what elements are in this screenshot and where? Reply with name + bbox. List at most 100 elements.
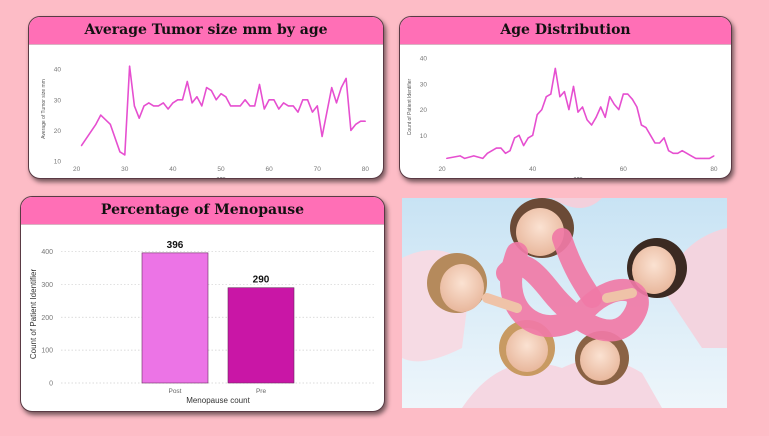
data-point bbox=[153, 105, 155, 107]
y-tick-label: 40 bbox=[54, 67, 62, 74]
data-point bbox=[157, 105, 160, 107]
data-point bbox=[350, 129, 352, 132]
data-point bbox=[631, 98, 633, 100]
y-tick-label: 300 bbox=[41, 282, 53, 289]
tumor-size-line-chart[interactable]: 10 20 30 40 20 30 40 50 60 70 80 age Average of Tumo… bbox=[29, 45, 384, 179]
data-point bbox=[504, 152, 507, 154]
data-point bbox=[668, 150, 670, 152]
data-point bbox=[590, 124, 593, 126]
chart-title: Average Tumor size mm by age bbox=[29, 17, 383, 45]
menopause-bar-chart[interactable]: 0 100 200 300 400 396 Post 290 Pre Menopause coun… bbox=[21, 225, 385, 412]
data-point bbox=[649, 134, 652, 136]
data-point bbox=[249, 105, 251, 107]
data-point bbox=[658, 142, 661, 144]
data-point bbox=[355, 123, 357, 125]
data-point bbox=[545, 96, 547, 98]
data-point bbox=[201, 105, 203, 107]
data-point bbox=[138, 117, 140, 119]
data-point bbox=[100, 114, 102, 116]
data-point bbox=[495, 147, 498, 149]
data-point bbox=[681, 150, 683, 152]
data-point bbox=[513, 137, 516, 139]
data-point bbox=[124, 154, 126, 156]
data-point bbox=[220, 93, 222, 95]
data-point bbox=[340, 86, 342, 89]
data-point bbox=[128, 65, 131, 67]
data-point bbox=[486, 152, 488, 154]
x-tick-label: 50 bbox=[217, 166, 225, 173]
bar bbox=[141, 252, 209, 384]
y-tick-label: 10 bbox=[420, 133, 428, 140]
data-point bbox=[244, 99, 246, 101]
data-point bbox=[191, 102, 193, 104]
data-point bbox=[162, 102, 164, 104]
data-point bbox=[518, 134, 520, 136]
data-point bbox=[268, 99, 270, 101]
data-point bbox=[690, 155, 692, 157]
data-point bbox=[292, 105, 294, 107]
data-point bbox=[205, 86, 208, 89]
data-point bbox=[645, 126, 647, 129]
data-point bbox=[321, 135, 323, 138]
data-point bbox=[600, 106, 602, 108]
data-point bbox=[311, 111, 314, 113]
data-point bbox=[473, 155, 475, 157]
data-point bbox=[604, 116, 606, 118]
x-tick-label: 80 bbox=[710, 166, 718, 173]
data-point bbox=[167, 108, 169, 110]
chart-title: Percentage of Menopause bbox=[21, 197, 384, 225]
x-axis-label: Menopause count bbox=[186, 396, 250, 405]
data-point bbox=[459, 155, 461, 157]
data-point bbox=[554, 67, 556, 70]
data-point bbox=[536, 114, 538, 116]
series-line bbox=[80, 65, 366, 156]
data-point bbox=[95, 123, 97, 125]
data-point bbox=[677, 152, 679, 154]
y-tick-label: 40 bbox=[420, 56, 428, 63]
y-axis-label: Count of Patient Identifier bbox=[29, 269, 38, 360]
bar bbox=[227, 287, 295, 384]
x-tick-label: 30 bbox=[121, 166, 129, 173]
data-point bbox=[80, 145, 83, 147]
y-tick-label: 200 bbox=[41, 315, 53, 322]
data-point bbox=[230, 105, 232, 107]
data-point bbox=[177, 99, 179, 101]
x-tick-label: 20 bbox=[438, 166, 446, 173]
data-point bbox=[609, 96, 611, 98]
data-point bbox=[278, 108, 280, 110]
data-point bbox=[359, 120, 362, 122]
y-axis-label: Average of Tumor size mm bbox=[41, 79, 47, 139]
data-label: 290 bbox=[253, 275, 270, 286]
data-point bbox=[672, 152, 674, 154]
data-point bbox=[331, 86, 333, 89]
data-point bbox=[316, 105, 318, 107]
y-tick-label: 30 bbox=[54, 97, 62, 104]
menopause-card: Percentage of Menopause 0 100 200 300 400 396… bbox=[20, 196, 385, 412]
data-point bbox=[263, 108, 265, 110]
x-tick-label: Post bbox=[168, 388, 181, 395]
data-label: 396 bbox=[167, 240, 184, 251]
data-point bbox=[364, 120, 366, 122]
data-point bbox=[210, 90, 212, 92]
data-point bbox=[133, 105, 135, 107]
data-point bbox=[500, 147, 502, 149]
x-tick-label: 60 bbox=[620, 166, 628, 173]
y-tick-label: 20 bbox=[54, 128, 62, 135]
data-point bbox=[234, 105, 237, 107]
data-point bbox=[326, 111, 328, 113]
data-point bbox=[335, 102, 338, 104]
data-point bbox=[345, 77, 347, 80]
data-point bbox=[572, 85, 575, 88]
age-distribution-line-chart[interactable]: 10 20 30 40 20 40 60 80 age Count of Patient Iden… bbox=[400, 45, 732, 179]
data-point bbox=[148, 102, 150, 104]
x-tick-label: 20 bbox=[73, 166, 81, 173]
data-point bbox=[482, 157, 484, 160]
awareness-photo bbox=[402, 198, 727, 408]
data-point bbox=[708, 157, 711, 160]
data-point bbox=[568, 108, 570, 111]
y-tick-label: 0 bbox=[49, 381, 53, 388]
data-point bbox=[302, 99, 304, 101]
chart-title: Age Distribution bbox=[400, 17, 731, 45]
data-point bbox=[287, 105, 289, 107]
data-point bbox=[577, 111, 579, 113]
